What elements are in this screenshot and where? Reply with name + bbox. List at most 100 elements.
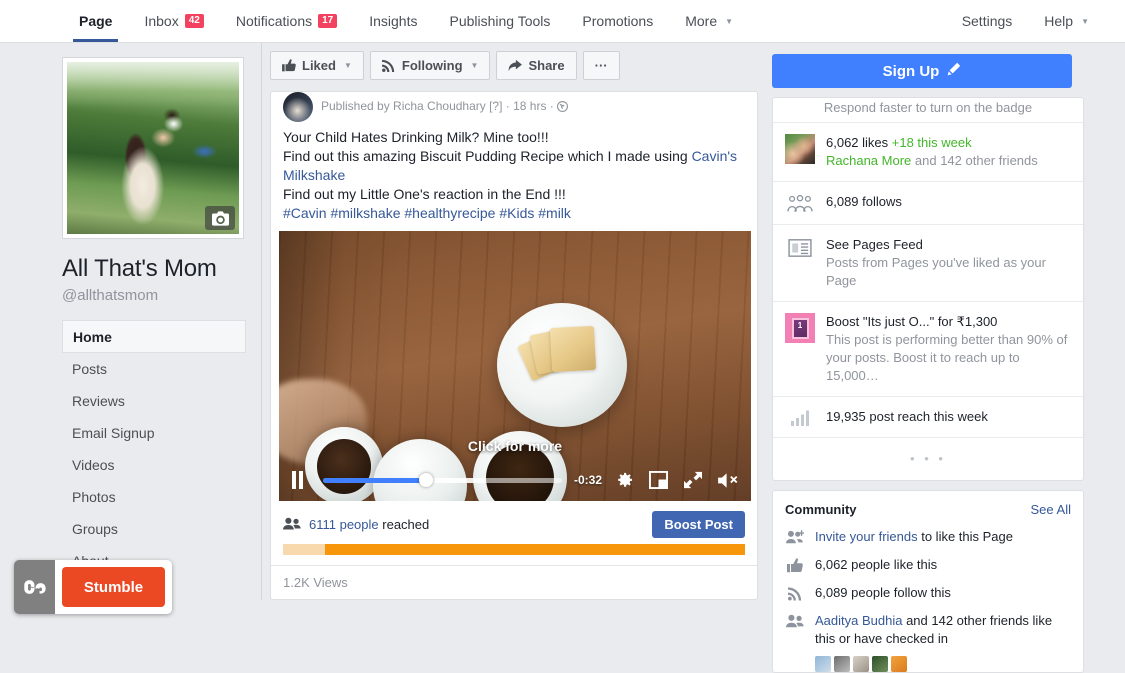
share-arrow-icon xyxy=(509,59,523,72)
following-button[interactable]: Following ▼ xyxy=(369,51,491,80)
nav-help-label: Help xyxy=(1044,13,1074,29)
fullscreen-icon[interactable] xyxy=(684,471,702,489)
likes-summary: 6,062 likes +18 this week xyxy=(826,134,1071,152)
right-sidebar: Sign Up Respond faster to turn on the ba… xyxy=(767,43,1125,673)
friend-avatar[interactable] xyxy=(853,656,869,672)
nav-settings[interactable]: Settings xyxy=(946,0,1029,42)
pages-feed-row[interactable]: See Pages Feed Posts from Pages you've l… xyxy=(773,225,1083,302)
sidebar-item-label: Reviews xyxy=(72,393,125,409)
sidebar-item-label: Photos xyxy=(72,489,116,505)
invite-friends-icon xyxy=(785,528,805,544)
sidebar-item-photos[interactable]: Photos xyxy=(62,481,246,513)
friend-name-link[interactable]: Aaditya Budhia xyxy=(815,613,902,628)
friend-name[interactable]: Rachana More xyxy=(826,153,911,168)
tab-more-label: More xyxy=(685,13,718,29)
friend-avatar[interactable] xyxy=(834,656,850,672)
tab-inbox-label: Inbox xyxy=(144,13,179,29)
follows-row[interactable]: 6,089 follows xyxy=(773,182,1083,225)
tab-promotions[interactable]: Promotions xyxy=(566,0,669,42)
community-see-all-link[interactable]: See All xyxy=(1031,502,1071,517)
likes-delta: +18 this week xyxy=(891,135,972,150)
pause-button[interactable] xyxy=(291,471,307,489)
tab-more[interactable]: More ▼ xyxy=(669,0,749,42)
people-reached-icon xyxy=(283,517,301,533)
post-line-2: Find out this amazing Biscuit Pudding Re… xyxy=(283,147,745,185)
reach-count-link[interactable]: 6111 people xyxy=(309,517,379,532)
community-row-likes[interactable]: 6,062 people like this xyxy=(773,551,1083,579)
post-card: Published by Richa Choudhary [?] · 18 hr… xyxy=(270,91,758,600)
settings-gear-icon[interactable] xyxy=(614,471,633,490)
camera-icon[interactable] xyxy=(205,206,235,230)
tab-inbox[interactable]: Inbox 42 xyxy=(128,0,219,42)
community-title: Community xyxy=(785,502,857,517)
reach-text: 6111 people reached xyxy=(309,517,429,532)
video-progress-knob[interactable] xyxy=(418,473,433,487)
sidebar-item-videos[interactable]: Videos xyxy=(62,449,246,481)
sidebar-item-email-signup[interactable]: Email Signup xyxy=(62,417,246,449)
post-line-1: Your Child Hates Drinking Milk? Mine too… xyxy=(283,129,549,145)
page-title: All That's Mom xyxy=(62,255,217,282)
reach-progress-fill xyxy=(324,544,745,555)
community-row-text: Aaditya Budhia and 142 other friends lik… xyxy=(815,612,1071,648)
reach-progress-bar xyxy=(283,544,745,555)
friend-avatar[interactable] xyxy=(815,656,831,672)
stumble-button[interactable]: Stumble xyxy=(62,567,165,607)
sidebar-item-label: Email Signup xyxy=(72,425,155,441)
community-row-follows[interactable]: 6,089 people follow this xyxy=(773,579,1083,607)
notifications-badge: 17 xyxy=(318,14,338,28)
community-row-text: 6,089 people follow this xyxy=(815,585,951,600)
post-reach-row: 6111 people reached Boost Post xyxy=(271,501,757,538)
friend-avatar[interactable] xyxy=(872,656,888,672)
follows-count: 6,089 follows xyxy=(826,194,902,209)
friend-avatar[interactable] xyxy=(891,656,907,672)
bar-chart-icon xyxy=(785,408,815,426)
sidebar-item-label: Home xyxy=(73,328,112,345)
community-row-friends[interactable]: Aaditya Budhia and 142 other friends lik… xyxy=(773,607,1083,653)
stumbleupon-widget[interactable]: Stumble xyxy=(14,560,172,614)
nav-help[interactable]: Help ▼ xyxy=(1028,0,1105,42)
post-hashtag-links[interactable]: #Cavin #milkshake #healthyrecipe #Kids #… xyxy=(283,205,571,221)
profile-picture-frame[interactable] xyxy=(62,57,244,239)
post-hashtags: #Cavin #milkshake #healthyrecipe #Kids #… xyxy=(283,204,745,223)
sidebar-item-home[interactable]: Home xyxy=(62,320,246,353)
boost-thumbnail-number: 1 xyxy=(791,317,809,339)
tab-insights-label: Insights xyxy=(369,13,418,29)
top-nav-left-group: Page Inbox 42 Notifications 17 Insights … xyxy=(63,0,749,42)
thumbs-up-icon xyxy=(282,59,296,72)
likes-row[interactable]: 6,062 likes +18 this week Rachana More a… xyxy=(773,123,1083,182)
video-progress-scrubber[interactable] xyxy=(323,473,562,487)
tab-publishing-tools-label: Publishing Tools xyxy=(449,13,551,29)
share-button[interactable]: Share xyxy=(496,51,577,80)
invite-friends-link[interactable]: Invite your friends xyxy=(815,529,918,544)
picture-in-picture-icon[interactable] xyxy=(649,471,668,489)
boost-post-button[interactable]: Boost Post xyxy=(652,511,745,538)
tab-insights[interactable]: Insights xyxy=(353,0,433,42)
volume-muted-icon[interactable] xyxy=(718,472,739,489)
liked-button[interactable]: Liked ▼ xyxy=(270,51,364,80)
sidebar-item-posts[interactable]: Posts xyxy=(62,353,246,385)
more-options-button[interactable]: ··· xyxy=(582,51,620,80)
boost-suggestion-row[interactable]: 1 Boost "Its just O..." for ₹1,300 This … xyxy=(773,302,1083,397)
tab-notifications[interactable]: Notifications 17 xyxy=(220,0,353,42)
video-time-remaining: -0:32 xyxy=(573,473,602,487)
nav-settings-label: Settings xyxy=(961,13,1013,29)
video-player[interactable]: Click for more -0:32 xyxy=(279,231,751,501)
sign-up-button[interactable]: Sign Up xyxy=(772,54,1072,88)
tab-promotions-label: Promotions xyxy=(582,13,654,29)
video-controls: -0:32 xyxy=(279,459,751,501)
avatar[interactable] xyxy=(283,92,313,122)
page-stats-card: Respond faster to turn on the badge 6,06… xyxy=(772,97,1084,481)
left-sidebar: All That's Mom @allthatsmom Home Posts R… xyxy=(0,43,262,614)
sidebar-item-reviews[interactable]: Reviews xyxy=(62,385,246,417)
community-row-invite[interactable]: Invite your friends to like this Page xyxy=(773,523,1083,551)
following-label: Following xyxy=(401,58,463,73)
post-reach-week-row[interactable]: 19,935 post reach this week xyxy=(773,397,1083,438)
rss-icon xyxy=(785,584,805,601)
post-published-by: Published by Richa Choudhary [?] · 18 hr… xyxy=(321,99,554,113)
tab-page[interactable]: Page xyxy=(63,0,128,42)
sidebar-item-groups[interactable]: Groups xyxy=(62,513,246,545)
top-nav-right-group: Settings Help ▼ xyxy=(946,0,1105,42)
chevron-down-icon: ▼ xyxy=(1081,16,1089,26)
tab-publishing-tools[interactable]: Publishing Tools xyxy=(433,0,566,42)
pages-feed-icon xyxy=(785,236,815,258)
